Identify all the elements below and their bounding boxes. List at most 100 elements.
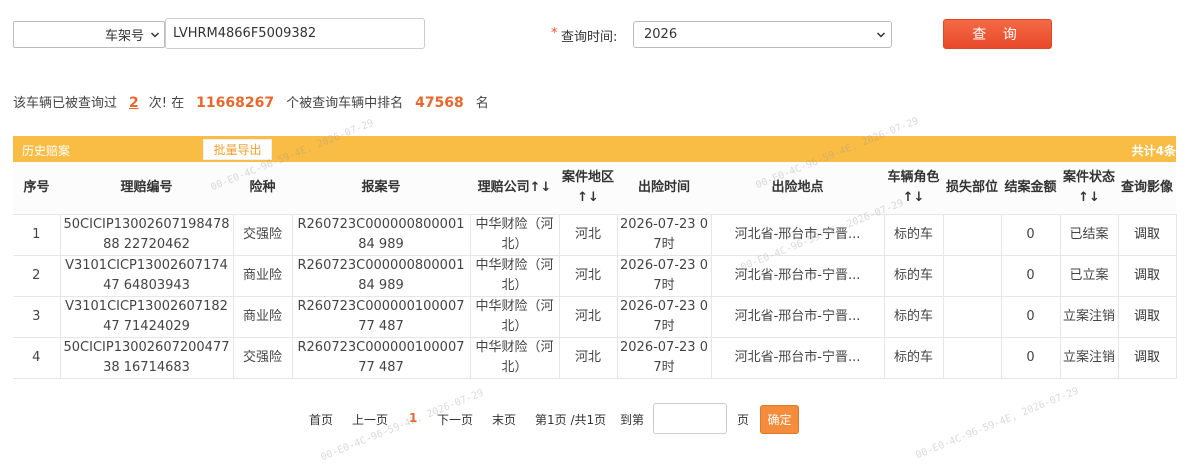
cell-accident-place: 河北省-邢台市-宁晋... bbox=[710, 213, 885, 256]
cell-report-no: R260723C00000080000184 989 bbox=[291, 213, 471, 256]
page-info: 第1页 /共1页 bbox=[535, 413, 607, 427]
query-year-value: 2026 bbox=[644, 27, 678, 42]
table-header-row: 序号 理赔编号 险种 报案号 理赔公司↑↓ 案件地区↑↓ 出险时间 出险地点 车… bbox=[13, 162, 1176, 214]
cell-accident-time: 2026-07-23 07时 bbox=[616, 295, 712, 338]
col-settle-amount: 结案金额 bbox=[1001, 162, 1060, 214]
cell-region: 河北 bbox=[558, 254, 618, 297]
cell-insurance-type: 交强险 bbox=[232, 213, 293, 256]
cell-case-status: 立案注销 bbox=[1059, 336, 1119, 379]
cell-case-status: 已立案 bbox=[1059, 254, 1119, 297]
table-row: 4 50CICIP1300260720047738 16714683 交强险 R… bbox=[13, 336, 1177, 379]
cell-region: 河北 bbox=[558, 295, 618, 338]
cell-report-no: R260723C00000080000184 989 bbox=[291, 254, 471, 297]
chevron-down-icon bbox=[150, 31, 160, 38]
claims-table: 序号 理赔编号 险种 报案号 理赔公司↑↓ 案件地区↑↓ 出险时间 出险地点 车… bbox=[13, 162, 1177, 379]
fetch-image-link[interactable]: 调取 bbox=[1117, 254, 1177, 297]
cell-vehicle-role: 标的车 bbox=[883, 254, 944, 297]
cell-insurance-type: 商业险 bbox=[232, 254, 293, 297]
cell-index: 1 bbox=[13, 213, 61, 256]
next-page-link[interactable]: 下一页 bbox=[437, 411, 473, 428]
cell-claim-no: 50CICIP1300260720047738 16714683 bbox=[59, 336, 234, 379]
col-region[interactable]: 案件地区↑↓ bbox=[559, 162, 617, 214]
last-page-link[interactable]: 末页 bbox=[492, 411, 516, 428]
first-page-link[interactable]: 首页 bbox=[309, 411, 333, 428]
panel-title: 历史赔案 bbox=[22, 144, 71, 158]
cell-damage-part bbox=[942, 336, 1002, 379]
fetch-image-link[interactable]: 调取 bbox=[1117, 213, 1177, 256]
fetch-image-link[interactable]: 调取 bbox=[1117, 336, 1177, 379]
cell-vehicle-role: 标的车 bbox=[883, 295, 944, 338]
cell-insurance-type: 交强险 bbox=[232, 336, 293, 379]
col-accident-time: 出险时间 bbox=[617, 162, 711, 214]
cell-settle-amount: 0 bbox=[1000, 295, 1061, 338]
col-claim-no: 理赔编号 bbox=[60, 162, 233, 214]
cell-region: 河北 bbox=[558, 213, 618, 256]
table-row: 1 50CICIP1300260719847888 22720462 交强险 R… bbox=[13, 213, 1177, 256]
goto-label: 到第 bbox=[620, 413, 645, 427]
col-accident-place: 出险地点 bbox=[711, 162, 884, 214]
page-unit-label: 页 bbox=[737, 413, 750, 427]
cell-index: 4 bbox=[13, 336, 61, 379]
cell-claim-no: 50CICIP1300260719847888 22720462 bbox=[59, 213, 234, 256]
cell-accident-time: 2026-07-23 07时 bbox=[616, 254, 712, 297]
cell-company: 中华财险（河北） bbox=[469, 213, 560, 256]
col-vehicle-role[interactable]: 车辆角色↑↓ bbox=[884, 162, 943, 214]
cell-settle-amount: 0 bbox=[1000, 336, 1061, 379]
cell-accident-place: 河北省-邢台市-宁晋... bbox=[710, 254, 885, 297]
history-claims-header: 历史赔案 批量导出 共计4条 bbox=[13, 136, 1176, 162]
cell-company: 中华财险（河北） bbox=[469, 336, 560, 379]
total-count: 共计4条 bbox=[1131, 144, 1176, 158]
cell-accident-time: 2026-07-23 07时 bbox=[616, 336, 712, 379]
cell-company: 中华财险（河北） bbox=[469, 254, 560, 297]
cell-damage-part bbox=[942, 254, 1002, 297]
cell-report-no: R260723C00000010000777 487 bbox=[291, 336, 471, 379]
goto-page-input[interactable] bbox=[653, 403, 727, 434]
cell-damage-part bbox=[942, 213, 1002, 256]
search-type-value: 车架号 bbox=[104, 29, 144, 44]
chevron-down-icon bbox=[876, 31, 886, 38]
col-case-status[interactable]: 案件状态↑↓ bbox=[1060, 162, 1118, 214]
prev-page-link[interactable]: 上一页 bbox=[352, 411, 388, 428]
cell-accident-time: 2026-07-23 07时 bbox=[616, 213, 712, 256]
stats-text-b: 次! 在 bbox=[148, 96, 185, 111]
table-row: 2 V3101CICP1300260717447 64803943 商业险 R2… bbox=[13, 254, 1177, 297]
cell-settle-amount: 0 bbox=[1000, 254, 1061, 297]
cell-claim-no: V3101CICP1300260718247 71424029 bbox=[59, 295, 234, 338]
fetch-image-link[interactable]: 调取 bbox=[1117, 295, 1177, 338]
stats-text-d: 名 bbox=[475, 96, 489, 111]
cell-damage-part bbox=[942, 295, 1002, 338]
table-row: 3 V3101CICP1300260718247 71424029 商业险 R2… bbox=[13, 295, 1177, 338]
col-index: 序号 bbox=[13, 162, 60, 214]
stats-text-a: 该车辆已被查询过 bbox=[13, 96, 118, 111]
col-query-image: 查询影像 bbox=[1118, 162, 1176, 214]
cell-insurance-type: 商业险 bbox=[232, 295, 293, 338]
cell-settle-amount: 0 bbox=[1000, 213, 1061, 256]
cell-accident-place: 河北省-邢台市-宁晋... bbox=[710, 336, 885, 379]
query-button[interactable]: 查 询 bbox=[943, 19, 1052, 49]
stats-text-c: 个被查询车辆中排名 bbox=[286, 96, 404, 111]
cell-claim-no: V3101CICP1300260717447 64803943 bbox=[59, 254, 234, 297]
col-company[interactable]: 理赔公司↑↓ bbox=[470, 162, 559, 214]
pagination: 首页 上一页 1 下一页 末页 第1页 /共1页 到第 页 确定 bbox=[0, 403, 1191, 434]
cell-index: 2 bbox=[13, 254, 61, 297]
cell-vehicle-role: 标的车 bbox=[883, 336, 944, 379]
cell-region: 河北 bbox=[558, 336, 618, 379]
query-time-label: 查询时间: bbox=[561, 30, 618, 45]
col-report-no: 报案号 bbox=[292, 162, 470, 214]
total-vehicles: 11668267 bbox=[196, 95, 275, 111]
query-year-select[interactable]: 2026 bbox=[633, 21, 892, 48]
cell-report-no: R260723C00000010000777 487 bbox=[291, 295, 471, 338]
required-mark: * bbox=[551, 26, 558, 41]
cell-case-status: 立案注销 bbox=[1059, 295, 1119, 338]
cell-accident-place: 河北省-邢台市-宁晋... bbox=[710, 295, 885, 338]
goto-confirm-button[interactable]: 确定 bbox=[760, 405, 799, 434]
cell-case-status: 已结案 bbox=[1059, 213, 1119, 256]
search-bar: 车架号 * 查询时间: 2026 查 询 bbox=[13, 18, 1178, 50]
query-count: 2 bbox=[129, 95, 139, 111]
vin-input[interactable] bbox=[165, 18, 425, 49]
col-damage-part: 损失部位 bbox=[943, 162, 1001, 214]
search-type-select[interactable]: 车架号 bbox=[13, 21, 165, 48]
batch-export-button[interactable]: 批量导出 bbox=[203, 139, 272, 160]
vehicle-rank: 47568 bbox=[415, 95, 464, 111]
current-page[interactable]: 1 bbox=[409, 411, 417, 425]
